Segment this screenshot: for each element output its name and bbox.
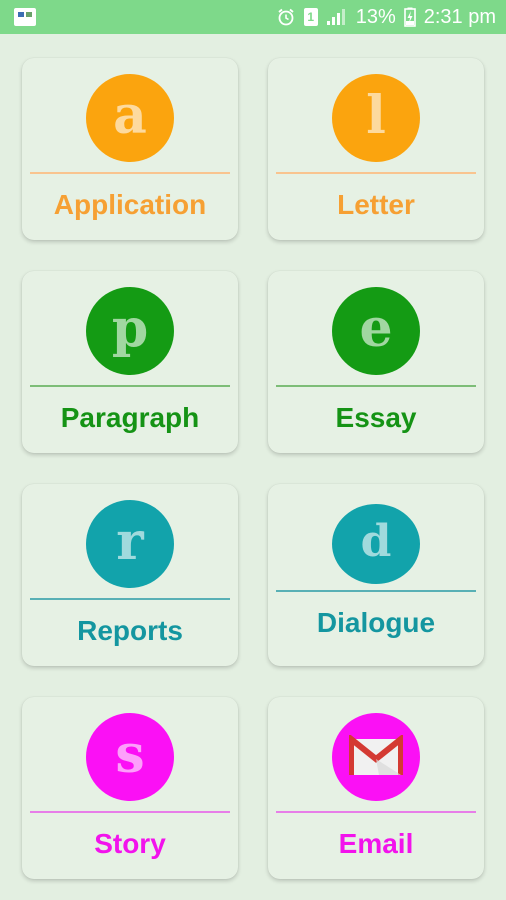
card-letter: e bbox=[359, 298, 393, 359]
app-notification-icon bbox=[14, 8, 36, 26]
letter-r-icon: r bbox=[86, 500, 174, 588]
card-label: Email bbox=[338, 828, 414, 859]
clock: 2:31 pm bbox=[423, 5, 496, 28]
letter-a-icon: a bbox=[86, 74, 174, 162]
card-label: Story bbox=[94, 828, 166, 859]
card-divider bbox=[30, 598, 230, 600]
card-letter: r bbox=[116, 511, 144, 572]
card-divider bbox=[30, 172, 230, 174]
card-letter: s bbox=[115, 724, 145, 785]
sim-1-label: 1 bbox=[303, 8, 318, 26]
card-divider bbox=[30, 811, 230, 813]
card-divider bbox=[276, 811, 476, 813]
status-indicators: 1 13% 2:31 pm bbox=[276, 6, 496, 29]
card-divider bbox=[30, 385, 230, 387]
card-divider bbox=[276, 172, 476, 174]
card-letter-glyph: l bbox=[366, 85, 386, 146]
battery-charging-icon bbox=[403, 7, 416, 27]
card-story[interactable]: s Story bbox=[22, 697, 238, 879]
card-essay[interactable]: e Essay bbox=[268, 271, 484, 453]
card-letter: a bbox=[113, 85, 147, 146]
card-paragraph[interactable]: p Paragraph bbox=[22, 271, 238, 453]
letter-d-icon: d bbox=[332, 504, 420, 584]
status-bar: 1 13% 2:31 pm bbox=[0, 0, 506, 34]
card-label: Reports bbox=[77, 615, 183, 646]
card-label: Dialogue bbox=[316, 607, 436, 638]
card-dialogue[interactable]: d Dialogue bbox=[268, 484, 484, 666]
signal-icon bbox=[326, 8, 348, 26]
card-divider bbox=[276, 590, 476, 592]
envelope-icon bbox=[349, 735, 403, 775]
card-label: Letter bbox=[337, 189, 415, 220]
card-reports[interactable]: r Reports bbox=[22, 484, 238, 666]
card-divider bbox=[276, 385, 476, 387]
alarm-icon bbox=[276, 7, 296, 27]
letter-p-icon: p bbox=[86, 287, 174, 375]
card-letter[interactable]: l Letter bbox=[268, 58, 484, 240]
gmail-envelope-icon bbox=[332, 713, 420, 801]
card-letter: p bbox=[111, 298, 149, 359]
card-label: Application bbox=[53, 189, 207, 220]
letter-e-icon: e bbox=[332, 287, 420, 375]
letter-l-icon: l bbox=[332, 74, 420, 162]
card-letter: d bbox=[360, 516, 392, 567]
card-label: Essay bbox=[335, 402, 417, 433]
battery-percent: 13% bbox=[355, 5, 396, 28]
card-label: Paragraph bbox=[60, 402, 200, 433]
sim-1-icon: 1 bbox=[303, 8, 318, 26]
card-application[interactable]: a Application bbox=[22, 58, 238, 240]
letter-s-icon: s bbox=[86, 713, 174, 801]
card-email[interactable]: Email bbox=[268, 697, 484, 879]
